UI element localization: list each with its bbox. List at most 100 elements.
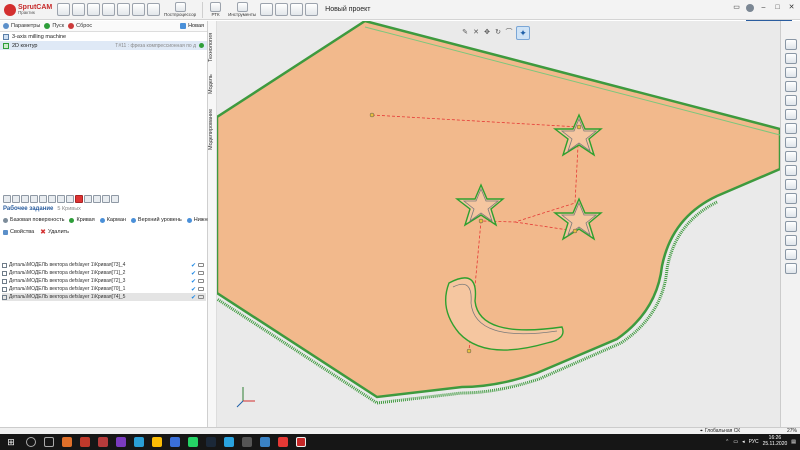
top-level-button[interactable]: Верхний уровень <box>130 217 182 223</box>
app-blue2-icon[interactable] <box>260 437 270 447</box>
yandex-icon[interactable] <box>278 437 288 447</box>
simulation-icon[interactable] <box>147 3 160 16</box>
check-icon[interactable]: ✔ <box>191 294 196 301</box>
app-gray-icon[interactable] <box>242 437 252 447</box>
view-cube-icon[interactable] <box>784 39 797 50</box>
telegram-icon[interactable] <box>224 437 234 447</box>
model-import-icon[interactable] <box>102 3 115 16</box>
circle-tool-icon[interactable] <box>21 195 29 203</box>
minimize-icon[interactable]: – <box>759 3 768 12</box>
sprutcam-taskbar-icon[interactable] <box>296 437 306 447</box>
app-red-icon[interactable] <box>80 437 90 447</box>
curve-button[interactable]: Кривая <box>69 217 95 223</box>
settings-tool-icon[interactable] <box>111 195 119 203</box>
base-surface-button[interactable]: Базовая поверхность <box>3 217 64 223</box>
model-tool-icon[interactable] <box>12 195 20 203</box>
edit-icon[interactable] <box>198 279 204 283</box>
maximize-icon[interactable]: □ <box>773 3 782 12</box>
edit-icon[interactable] <box>198 295 204 299</box>
language-indicator[interactable]: РУС <box>749 439 759 445</box>
layers-icon[interactable] <box>784 207 797 218</box>
postprocessor-button[interactable]: Постпроцессор <box>164 2 196 17</box>
edit-icon[interactable] <box>198 263 204 267</box>
check-icon[interactable]: ✔ <box>191 278 196 285</box>
stock-view-icon[interactable] <box>784 151 797 162</box>
measure-icon[interactable] <box>305 3 319 16</box>
view-top-icon[interactable] <box>784 81 797 92</box>
reset-tab[interactable]: Сброс <box>68 23 92 29</box>
toolpath-view-icon[interactable] <box>784 193 797 204</box>
tool-view-icon[interactable] <box>784 179 797 190</box>
notifications-icon[interactable]: ▤ <box>791 439 796 445</box>
app-red2-icon[interactable] <box>98 437 108 447</box>
funnel-tool-icon[interactable] <box>57 195 65 203</box>
new-file-icon[interactable] <box>57 3 70 16</box>
view-iso-icon[interactable] <box>784 53 797 64</box>
app-purple-icon[interactable] <box>116 437 126 447</box>
link-tool-icon[interactable] <box>39 195 47 203</box>
list-item[interactable]: Деталь\МОДЕЛЬ вектора defslayer 1\Кривая… <box>2 285 206 293</box>
display-settings-icon[interactable] <box>784 249 797 260</box>
save-file-icon[interactable] <box>87 3 100 16</box>
volume-icon[interactable]: ◂ <box>742 439 745 445</box>
list-item[interactable]: Деталь\МОДЕЛЬ вектора defslayer 1\Кривая… <box>2 269 206 277</box>
steam-icon[interactable] <box>206 437 216 447</box>
close-icon[interactable]: ✕ <box>787 3 796 12</box>
view-side-icon[interactable] <box>784 95 797 106</box>
start-tab[interactable]: Пуск <box>44 23 64 29</box>
tab-technology[interactable]: Технология <box>208 25 217 69</box>
tool-icon[interactable] <box>132 3 145 16</box>
new-operation-button[interactable]: Новая <box>180 23 204 29</box>
render-mode-icon[interactable] <box>784 263 797 274</box>
tree-item-operation[interactable]: 2D контур T#11 : фреза компрессионная по… <box>0 41 207 50</box>
whatsapp-icon[interactable] <box>188 437 198 447</box>
3d-viewport[interactable]: ✎ ✕ ✥ ↻ ⌒ ✦ <box>217 21 780 427</box>
list-item[interactable]: Деталь\МОДЕЛЬ вектора defslayer 1\Кривая… <box>2 293 206 301</box>
section-icon[interactable] <box>784 235 797 246</box>
printer-icon[interactable] <box>784 123 797 134</box>
delete-tool-icon[interactable] <box>75 195 83 203</box>
curve-edit-icon[interactable]: ⌒ <box>505 29 513 37</box>
list-item[interactable]: Деталь\МОДЕЛЬ вектора defslayer 1\Кривая… <box>2 277 206 285</box>
pencil-icon[interactable]: ✎ <box>461 29 469 37</box>
rotate-icon[interactable]: ↻ <box>494 29 502 37</box>
part-view-icon[interactable] <box>784 137 797 148</box>
layout-icon[interactable] <box>275 3 289 16</box>
image-icon[interactable] <box>260 3 274 16</box>
edit-icon[interactable] <box>198 287 204 291</box>
filter-tool-icon[interactable] <box>48 195 56 203</box>
cross-icon[interactable]: ✕ <box>472 29 480 37</box>
move-icon[interactable]: ✥ <box>483 29 491 37</box>
machine-icon[interactable] <box>117 3 130 16</box>
tray-chevron-icon[interactable]: ⌃ <box>725 439 729 445</box>
shapes-tool-icon[interactable] <box>102 195 110 203</box>
pocket-button[interactable]: Карман <box>99 217 126 223</box>
mirror-tool-icon[interactable] <box>93 195 101 203</box>
chrome-icon[interactable] <box>152 437 162 447</box>
open-file-icon[interactable] <box>72 3 85 16</box>
app-blue-icon[interactable] <box>170 437 180 447</box>
curve-tool-icon[interactable] <box>3 195 11 203</box>
tab-modeling[interactable]: Моделирование <box>208 101 217 157</box>
wand-tool-icon[interactable] <box>84 195 92 203</box>
tree-item-machine[interactable]: 3-axis milling machine <box>0 32 207 41</box>
rtk-button[interactable]: РТК <box>209 2 222 17</box>
edit-icon[interactable] <box>198 271 204 275</box>
layer-tool-icon[interactable] <box>66 195 74 203</box>
arc-tool-icon[interactable] <box>30 195 38 203</box>
fixture-view-icon[interactable] <box>784 165 797 176</box>
tools-button[interactable]: Инструменты <box>228 2 256 17</box>
delete-button[interactable]: ✖ Удалить <box>40 228 69 236</box>
check-icon[interactable]: ✔ <box>191 262 196 269</box>
list-item[interactable]: Деталь\МОДЕЛЬ вектора defslayer 1\Кривая… <box>2 261 206 269</box>
params-tab[interactable]: Параметры <box>3 23 40 29</box>
report-icon[interactable] <box>290 3 304 16</box>
machine-view-icon[interactable] <box>784 109 797 120</box>
search-icon[interactable] <box>26 437 36 447</box>
check-icon[interactable]: ✔ <box>191 270 196 277</box>
system-clock[interactable]: 16:26 25.11.2020 <box>763 435 788 448</box>
magic-wand-icon[interactable]: ✦ <box>516 26 530 40</box>
user-icon[interactable] <box>746 3 754 12</box>
firefox-icon[interactable] <box>62 437 72 447</box>
windows-start-icon[interactable]: ⊞ <box>0 434 22 450</box>
